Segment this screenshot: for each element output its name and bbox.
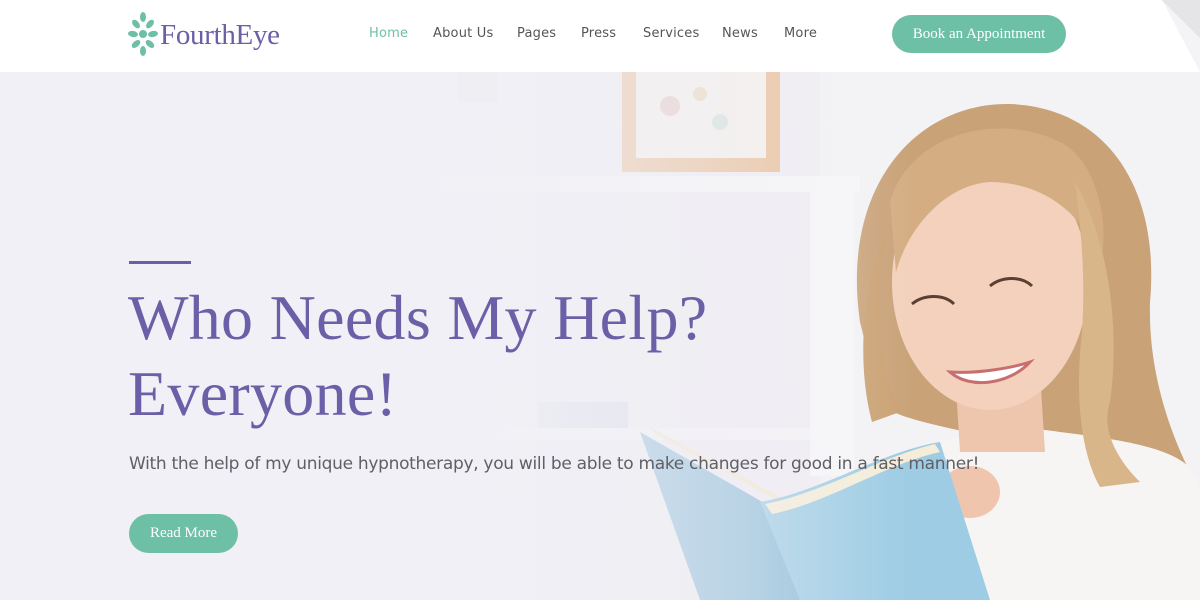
headline-line-2: Everyone!	[128, 358, 398, 429]
read-more-button[interactable]: Read More	[129, 514, 238, 553]
site-header: FourthEye Home About Us Pages Press Serv…	[0, 0, 1200, 72]
hero-section: Who Needs My Help? Everyone! With the he…	[0, 72, 1200, 600]
corner-fold-decoration	[1162, 0, 1200, 72]
nav-item-press[interactable]: Press	[581, 26, 616, 41]
nav-item-home[interactable]: Home	[369, 26, 408, 41]
accent-divider	[129, 261, 191, 264]
nav-item-services[interactable]: Services	[643, 26, 699, 41]
site-logo[interactable]: FourthEye	[128, 10, 280, 60]
nav-item-news[interactable]: News	[722, 26, 758, 41]
headline-line-1: Who Needs My Help?	[128, 282, 708, 353]
nav-item-more[interactable]: More	[784, 26, 817, 41]
leaf-cluster-icon	[128, 12, 158, 56]
book-appointment-button[interactable]: Book an Appointment	[892, 15, 1066, 53]
nav-item-about-us[interactable]: About Us	[433, 26, 493, 41]
nav-item-pages[interactable]: Pages	[517, 26, 556, 41]
hero-subtext: With the help of my unique hypnotherapy,…	[129, 454, 980, 474]
hero-headline: Who Needs My Help? Everyone!	[128, 280, 888, 432]
brand-name: FourthEye	[160, 18, 280, 51]
